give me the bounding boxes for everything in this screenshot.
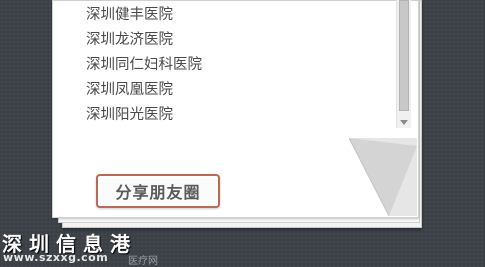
list-item[interactable]: 深圳健丰医院 bbox=[86, 3, 396, 28]
list-item[interactable]: 深圳龙济医院 bbox=[86, 28, 396, 53]
list-item[interactable]: 深圳阳光医院 bbox=[86, 103, 396, 128]
scroll-down-arrow-icon[interactable] bbox=[400, 120, 408, 125]
watermark-url: www.szxxg.com bbox=[3, 251, 109, 264]
scrollbar-thumb[interactable] bbox=[399, 0, 409, 111]
list-scrollbar[interactable] bbox=[396, 0, 411, 128]
list-item[interactable]: 深圳凤凰医院 bbox=[86, 78, 396, 103]
list-item[interactable]: 深圳同仁妇科医院 bbox=[86, 53, 396, 78]
page-curl-icon bbox=[349, 138, 417, 216]
watermark-subtitle: 医疗网 bbox=[128, 256, 158, 267]
hospital-list: 深圳健丰医院 深圳龙济医院 深圳同仁妇科医院 深圳凤凰医院 深圳阳光医院 bbox=[86, 0, 396, 128]
share-moments-button[interactable]: 分享朋友圈 bbox=[96, 174, 220, 208]
